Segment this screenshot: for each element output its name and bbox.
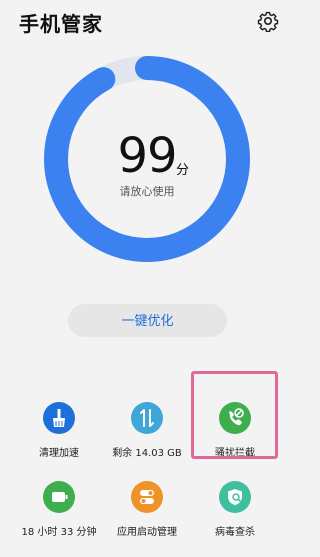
tool-label: 18 小时 33 分钟: [21, 527, 97, 538]
broom-icon: [43, 402, 75, 434]
score-value-wrap: 99: [0, 128, 294, 184]
header: 手机管家: [0, 0, 294, 44]
tool-label: 剩余 14.03 GB: [112, 448, 182, 459]
score-unit: 分: [176, 163, 190, 178]
tool-app-launch-management[interactable]: 应用启动管理: [98, 481, 196, 538]
tool-virus-scan[interactable]: 病毒查杀: [186, 481, 284, 538]
tool-label: 清理加速: [39, 448, 79, 459]
app-title: 手机管家: [19, 12, 103, 36]
battery-icon: [43, 481, 75, 513]
gear-icon: [257, 11, 279, 33]
one-click-optimize-button[interactable]: 一键优化: [68, 304, 227, 337]
toggle-icon: [131, 481, 163, 513]
score-value: 99: [117, 128, 177, 184]
tool-label: 病毒查杀: [215, 527, 255, 538]
highlight-box: [191, 371, 278, 459]
settings-button[interactable]: [257, 10, 279, 33]
tool-clean-accelerate[interactable]: 清理加速: [10, 402, 108, 459]
tool-storage[interactable]: 剩余 14.03 GB: [98, 402, 196, 459]
tool-battery[interactable]: 18 小时 33 分钟: [10, 481, 108, 538]
storage-arrows-icon: [131, 402, 163, 434]
score-subtitle: 请放心使用: [119, 185, 175, 198]
virus-scan-icon: [219, 481, 251, 513]
tool-label: 应用启动管理: [117, 527, 177, 538]
